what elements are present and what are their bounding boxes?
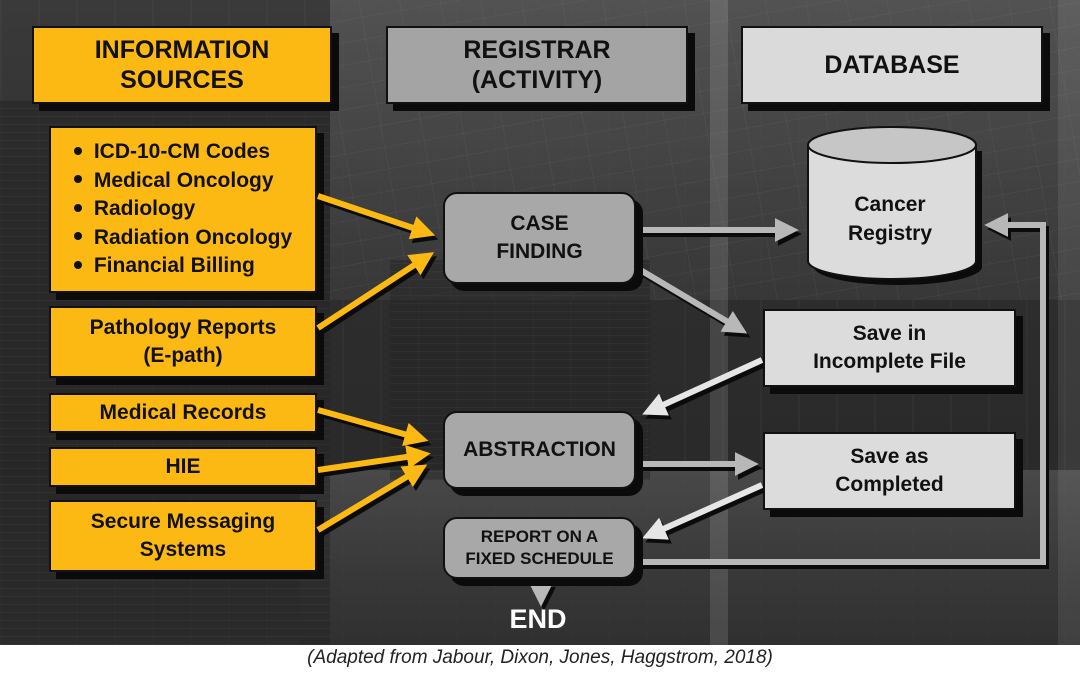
arrow-secure-messaging-to-abstraction <box>316 464 428 533</box>
arrow-case-finding-to-incomplete <box>635 265 748 334</box>
registry-line: Registry <box>847 222 933 245</box>
end-label: END <box>509 604 567 634</box>
cancer-registry-label: Cancer Registry <box>800 190 980 248</box>
diagram-canvas: INFORMATION SOURCES REGISTRAR (ACTIVITY)… <box>0 0 1080 645</box>
db-line: Completed <box>835 473 944 496</box>
arrow-incomplete-to-abstraction <box>642 357 764 416</box>
arrow-coded-data-to-case-finding <box>317 193 436 240</box>
arrow-medical-records-to-abstraction <box>317 407 429 446</box>
activity-report-fixed-schedule: REPORT ON A FIXED SCHEDULE <box>443 517 636 579</box>
activity-abstraction: ABSTRACTION <box>443 411 636 489</box>
db-line: Save as <box>850 445 929 468</box>
activity-line: ABSTRACTION <box>463 438 616 461</box>
db-save-incomplete-file: Save in Incomplete File <box>763 309 1016 387</box>
registry-line: Cancer <box>854 193 926 216</box>
activity-line: REPORT ON A <box>480 527 599 546</box>
arrow-completed-to-report <box>642 482 764 540</box>
db-line: Incomplete File <box>813 350 966 373</box>
db-save-as-completed: Save as Completed <box>763 432 1016 510</box>
activity-line: CASE <box>510 212 569 235</box>
db-line: Save in <box>852 322 927 345</box>
activity-line: FINDING <box>496 240 583 263</box>
activity-case-finding: CASE FINDING <box>443 192 636 284</box>
activity-line: FIXED SCHEDULE <box>465 549 614 568</box>
arrow-pathology-to-case-finding <box>316 252 435 331</box>
citation-caption: (Adapted from Jabour, Dixon, Jones, Hagg… <box>307 647 773 668</box>
